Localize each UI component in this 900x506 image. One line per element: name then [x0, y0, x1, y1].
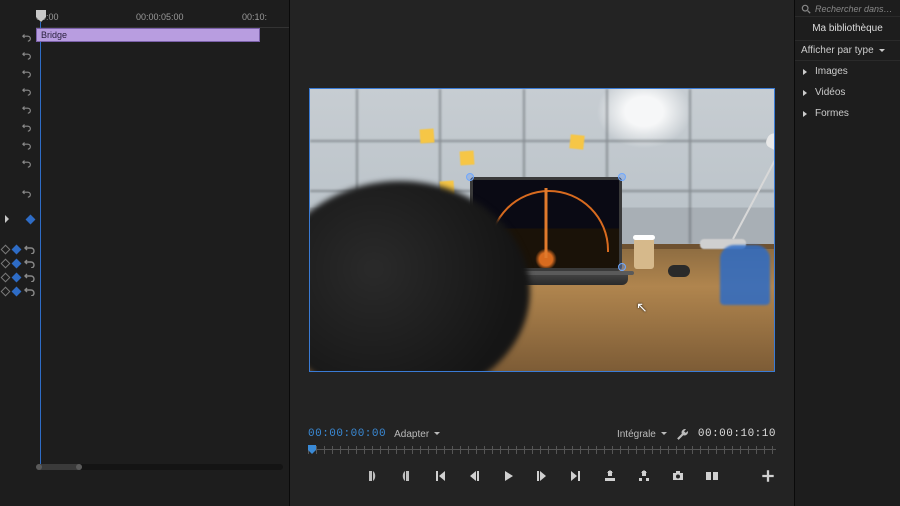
transport-controls — [308, 462, 776, 490]
monitor-info-bar: 00:00:00:00 Adapter Intégrale 00:00:10:1… — [308, 424, 776, 444]
lib-item-label: Vidéos — [815, 87, 845, 98]
wrench-icon[interactable] — [676, 427, 690, 441]
keyframe-diamond-icon[interactable] — [1, 286, 11, 296]
chevron-down-icon — [660, 430, 668, 438]
undo-icon[interactable] — [22, 188, 32, 198]
undo-icon[interactable] — [24, 258, 36, 268]
keyframe-diamond-icon[interactable] — [12, 258, 22, 268]
keyframe-diamond-icon[interactable] — [12, 286, 22, 296]
undo-icon[interactable] — [22, 140, 32, 150]
zoom-dropdown[interactable]: Intégrale — [617, 429, 668, 440]
step-forward-button[interactable] — [534, 468, 550, 484]
undo-icon[interactable] — [22, 158, 32, 168]
undo-icon[interactable] — [22, 50, 32, 60]
right-timecode: 00:00:10:10 — [698, 428, 776, 440]
caret-right-icon[interactable] — [2, 214, 12, 224]
playhead-icon[interactable] — [36, 10, 46, 24]
program-monitor: ↖ 00:00:00:00 Adapter Intégrale 00:00:10… — [290, 0, 794, 506]
keyframe-diamond-icon[interactable] — [12, 272, 22, 282]
keyframe-diamond-icon[interactable] — [26, 214, 36, 224]
chevron-right-icon — [801, 110, 809, 118]
video-preview[interactable]: ↖ — [309, 88, 775, 372]
comparison-view-button[interactable] — [704, 468, 720, 484]
extract-button[interactable] — [636, 468, 652, 484]
undo-icon[interactable] — [22, 68, 32, 78]
lib-item-label: Formes — [815, 108, 849, 119]
keyframe-row[interactable] — [0, 284, 36, 298]
undo-icon[interactable] — [22, 104, 32, 114]
library-title[interactable]: Ma bibliothèque — [795, 17, 900, 41]
keyframe-diamond-icon[interactable] — [12, 244, 22, 254]
go-to-in-button[interactable] — [432, 468, 448, 484]
zoom-label: Intégrale — [617, 429, 656, 440]
add-button[interactable] — [760, 468, 776, 484]
search-icon — [801, 4, 811, 14]
library-section-shapes[interactable]: Formes — [795, 103, 900, 124]
keyframe-diamond-icon[interactable] — [1, 244, 11, 254]
undo-icon[interactable] — [24, 244, 36, 254]
step-back-button[interactable] — [466, 468, 482, 484]
chevron-down-icon — [878, 47, 886, 55]
timeline-panel: 00:00 00:00:05:00 00:10: Bridge — [0, 0, 290, 506]
timeline-horizontal-scrollbar[interactable] — [36, 464, 283, 470]
play-button[interactable] — [500, 468, 516, 484]
undo-icon[interactable] — [22, 122, 32, 132]
go-to-out-button[interactable] — [568, 468, 584, 484]
preview-image — [310, 89, 774, 371]
undo-icon[interactable] — [22, 86, 32, 96]
filter-label: Afficher par type — [801, 45, 874, 56]
time-ruler[interactable]: 00:00 00:00:05:00 00:10: — [36, 12, 289, 26]
library-filter-dropdown[interactable]: Afficher par type — [795, 41, 900, 61]
chevron-down-icon — [433, 430, 441, 438]
chevron-right-icon — [801, 68, 809, 76]
undo-icon[interactable] — [24, 272, 36, 282]
chevron-right-icon — [801, 89, 809, 97]
library-section-images[interactable]: Images — [795, 61, 900, 82]
mark-in-button[interactable] — [364, 468, 380, 484]
timeline-clip-bridge[interactable]: Bridge — [36, 28, 260, 42]
mark-out-button[interactable] — [398, 468, 414, 484]
keyframe-diamond-icon[interactable] — [1, 258, 11, 268]
export-frame-button[interactable] — [670, 468, 686, 484]
library-section-videos[interactable]: Vidéos — [795, 82, 900, 103]
fit-dropdown[interactable]: Adapter — [394, 429, 441, 440]
playhead-line[interactable] — [40, 22, 41, 464]
keyframe-diamond-icon[interactable] — [1, 272, 11, 282]
keyframe-rows — [0, 242, 36, 298]
keyframe-row[interactable] — [0, 270, 36, 284]
keyframe-row[interactable] — [0, 242, 36, 256]
lib-item-label: Images — [815, 66, 848, 77]
playhead-icon[interactable] — [308, 445, 316, 455]
search-placeholder: Rechercher dans Adobe Stock — [815, 4, 894, 14]
library-search[interactable]: Rechercher dans Adobe Stock — [795, 0, 900, 17]
scrub-bar[interactable] — [308, 446, 776, 454]
left-timecode[interactable]: 00:00:00:00 — [308, 428, 386, 440]
lift-button[interactable] — [602, 468, 618, 484]
ruler-tick-1: 00:00:05:00 — [136, 12, 184, 22]
undo-icon[interactable] — [22, 32, 32, 42]
keyframe-row[interactable] — [0, 256, 36, 270]
fit-label: Adapter — [394, 429, 429, 440]
scrollbar-thumb[interactable] — [36, 464, 82, 470]
ruler-tick-2: 00:10: — [242, 12, 267, 22]
libraries-panel: Rechercher dans Adobe Stock Ma bibliothè… — [794, 0, 900, 506]
undo-icon[interactable] — [24, 286, 36, 296]
